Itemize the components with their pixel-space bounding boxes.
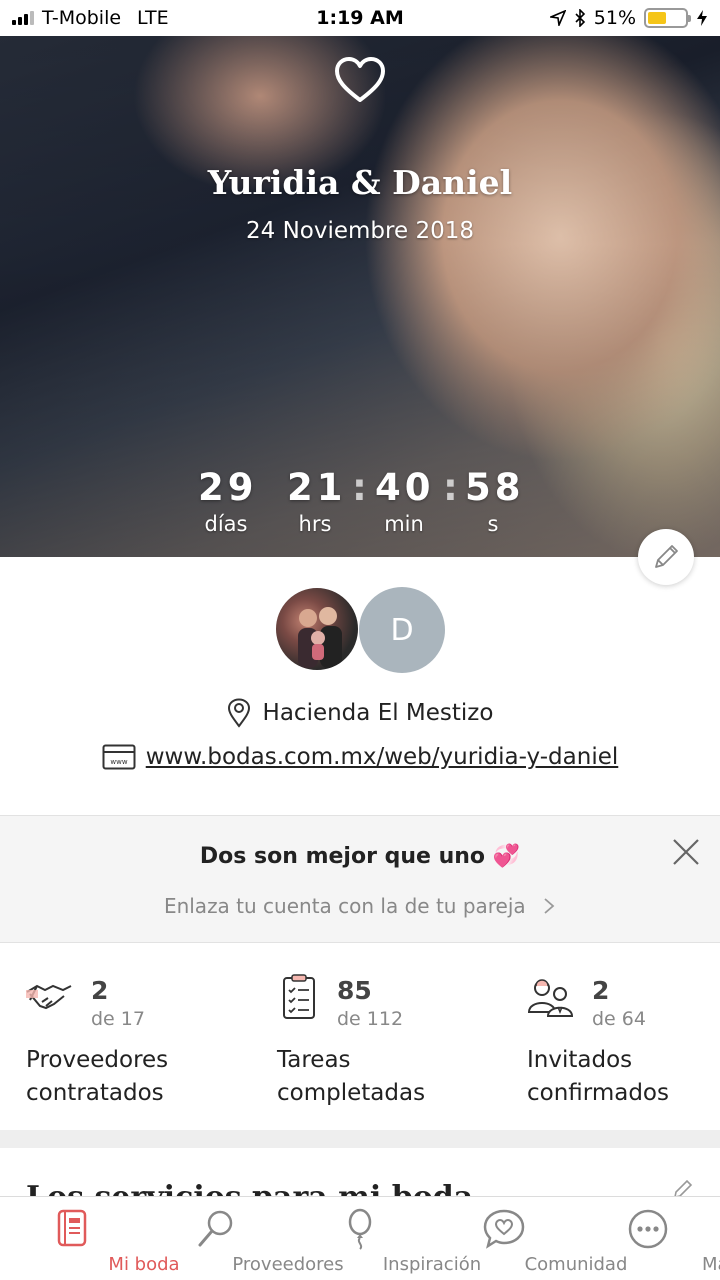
carrier-label: T-Mobile	[42, 7, 122, 29]
guests-icon	[527, 979, 574, 1017]
signal-icon	[12, 11, 34, 25]
pencil-icon	[655, 545, 678, 568]
tab-mas[interactable]: Más	[576, 1197, 720, 1280]
countdown-separator: :	[443, 466, 458, 509]
tab-label: Más	[702, 1254, 720, 1275]
bluetooth-icon	[575, 9, 585, 27]
countdown-minutes-label: min	[384, 512, 424, 536]
notebook-icon	[57, 1209, 87, 1247]
bride-avatar[interactable]	[274, 586, 360, 672]
more-icon	[628, 1209, 668, 1249]
status-bar: T-Mobile LTE 1:19 AM 51%	[0, 0, 720, 36]
battery-percent: 51%	[593, 7, 636, 29]
couple-photo-icon	[298, 607, 342, 668]
pencil-icon[interactable]	[672, 1178, 694, 1198]
couple-names: Yuridia & Daniel	[207, 163, 513, 202]
close-icon[interactable]	[670, 836, 702, 868]
promo-title: Dos son mejor que uno 💞	[199, 844, 521, 869]
promo-subtitle-row[interactable]: Enlaza tu cuenta con la de tu pareja	[0, 894, 720, 918]
countdown-minutes: 40	[375, 466, 435, 509]
stat-total: de 112	[337, 1008, 404, 1030]
countdown-days-label: días	[204, 512, 248, 536]
chevron-right-icon	[544, 898, 555, 914]
stat-label: Tareas completadas	[277, 1047, 426, 1106]
balloon-icon	[348, 1208, 372, 1250]
partner-link-banner[interactable]: Dos son mejor que uno 💞 Enlaza tu cuenta…	[0, 815, 720, 943]
handshake-icon	[26, 984, 72, 1010]
stat-value: 2	[592, 976, 610, 1005]
heart-icon	[335, 57, 385, 102]
stat-total: de 64	[592, 1008, 646, 1030]
countdown-hours-label: hrs	[298, 512, 332, 536]
chat-heart-icon	[483, 1209, 525, 1249]
countdown-seconds-label: s	[487, 512, 499, 536]
stat-total: de 17	[91, 1008, 145, 1030]
section-divider	[0, 1130, 720, 1148]
countdown-separator: :	[352, 466, 367, 509]
charging-icon	[697, 10, 707, 26]
promo-subtitle: Enlaza tu cuenta con la de tu pareja	[163, 894, 526, 918]
countdown-hours: 21	[287, 466, 347, 509]
battery-icon	[644, 8, 691, 28]
tab-comunidad[interactable]: Comunidad	[432, 1197, 627, 1280]
stat-label: Proveedores contratados	[26, 1047, 169, 1106]
edit-cover-button[interactable]	[638, 529, 694, 585]
stat-value: 2	[91, 976, 109, 1005]
countdown-days: 29	[198, 466, 258, 509]
wedding-stats: 2 de 17 Proveedores contratados 85 de 112…	[0, 944, 720, 1130]
hero-cover-photo: Yuridia & Daniel 24 Noviembre 2018 29 21…	[0, 36, 720, 557]
svg-text:www: www	[110, 758, 127, 766]
location-arrow-icon	[549, 10, 566, 26]
search-icon	[198, 1210, 233, 1247]
clock: 1:19 AM	[316, 7, 404, 29]
countdown: 29 21 : 40 : 58 días hrs min s	[0, 466, 720, 546]
venue-name: Hacienda El Mestizo	[262, 700, 494, 726]
tab-inspiracion[interactable]: Inspiración	[288, 1197, 481, 1280]
stat-label: Invitados confirmados	[527, 1047, 669, 1106]
browser-window-icon: www	[102, 744, 136, 770]
wedding-website-link[interactable]: www www.bodas.com.mx/web/yuridia-y-danie…	[0, 744, 720, 770]
wedding-date: 24 Noviembre 2018	[246, 218, 474, 244]
services-section: Los servicios para mi boda	[0, 1148, 720, 1198]
website-url: www.bodas.com.mx/web/yuridia-y-daniel	[145, 744, 619, 770]
tab-mi-boda[interactable]: Mi boda	[0, 1197, 180, 1280]
location-pin-icon	[227, 698, 250, 728]
venue-row[interactable]: Hacienda El Mestizo	[0, 698, 720, 728]
network-label: LTE	[137, 7, 169, 29]
bottom-tab-bar: Mi boda Proveedores Inspiración Comunida…	[0, 1196, 720, 1280]
checklist-icon	[283, 974, 315, 1019]
tab-proveedores[interactable]: Proveedores	[144, 1197, 344, 1280]
countdown-seconds: 58	[465, 466, 525, 509]
stat-value: 85	[337, 976, 372, 1005]
partner-avatar[interactable]: D	[359, 587, 445, 673]
